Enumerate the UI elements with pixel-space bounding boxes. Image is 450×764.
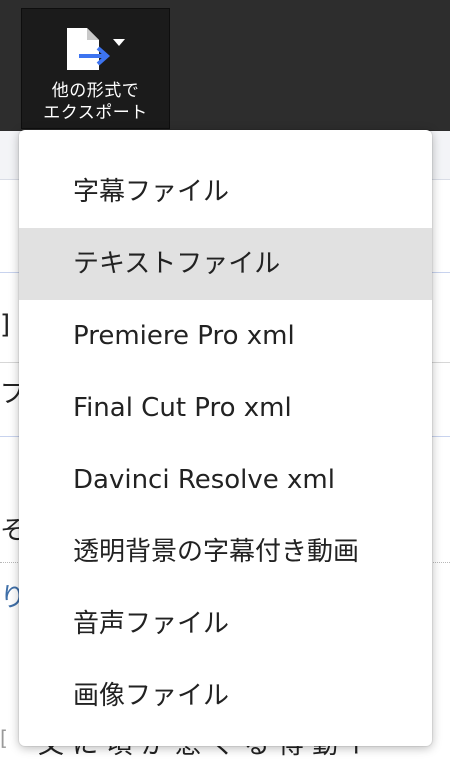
menu-item-final-cut-pro-xml[interactable]: Final Cut Pro xml bbox=[19, 372, 432, 444]
export-button-label: 他の形式で エクスポート bbox=[22, 80, 169, 124]
menu-item-image-file[interactable]: 画像ファイル bbox=[19, 660, 432, 732]
export-format-menu: 字幕ファイル テキストファイル Premiere Pro xml Final C… bbox=[19, 130, 432, 746]
export-other-format-button[interactable]: 他の形式で エクスポート bbox=[21, 8, 170, 129]
bg-text-fragment: [ bbox=[0, 726, 8, 750]
menu-item-transparent-subtitle-video[interactable]: 透明背景の字幕付き動画 bbox=[19, 516, 432, 588]
menu-item-text-file[interactable]: テキストファイル bbox=[19, 228, 432, 300]
menu-item-davinci-resolve-xml[interactable]: Davinci Resolve xml bbox=[19, 444, 432, 516]
export-label-line1: 他の形式で bbox=[51, 81, 140, 101]
menu-item-audio-file[interactable]: 音声ファイル bbox=[19, 588, 432, 660]
file-export-icon bbox=[67, 28, 125, 70]
menu-item-premiere-pro-xml[interactable]: Premiere Pro xml bbox=[19, 300, 432, 372]
bg-text-fragment: ] bbox=[0, 310, 11, 340]
menu-item-subtitle-file[interactable]: 字幕ファイル bbox=[19, 156, 432, 228]
top-toolbar: 他の形式で エクスポート bbox=[0, 0, 450, 131]
export-label-line2: エクスポート bbox=[43, 103, 148, 123]
editor-page: 他の形式で エクスポート ] プ そり り [ 文 に 頃 か 恵 ぐ る 得 … bbox=[0, 0, 450, 764]
